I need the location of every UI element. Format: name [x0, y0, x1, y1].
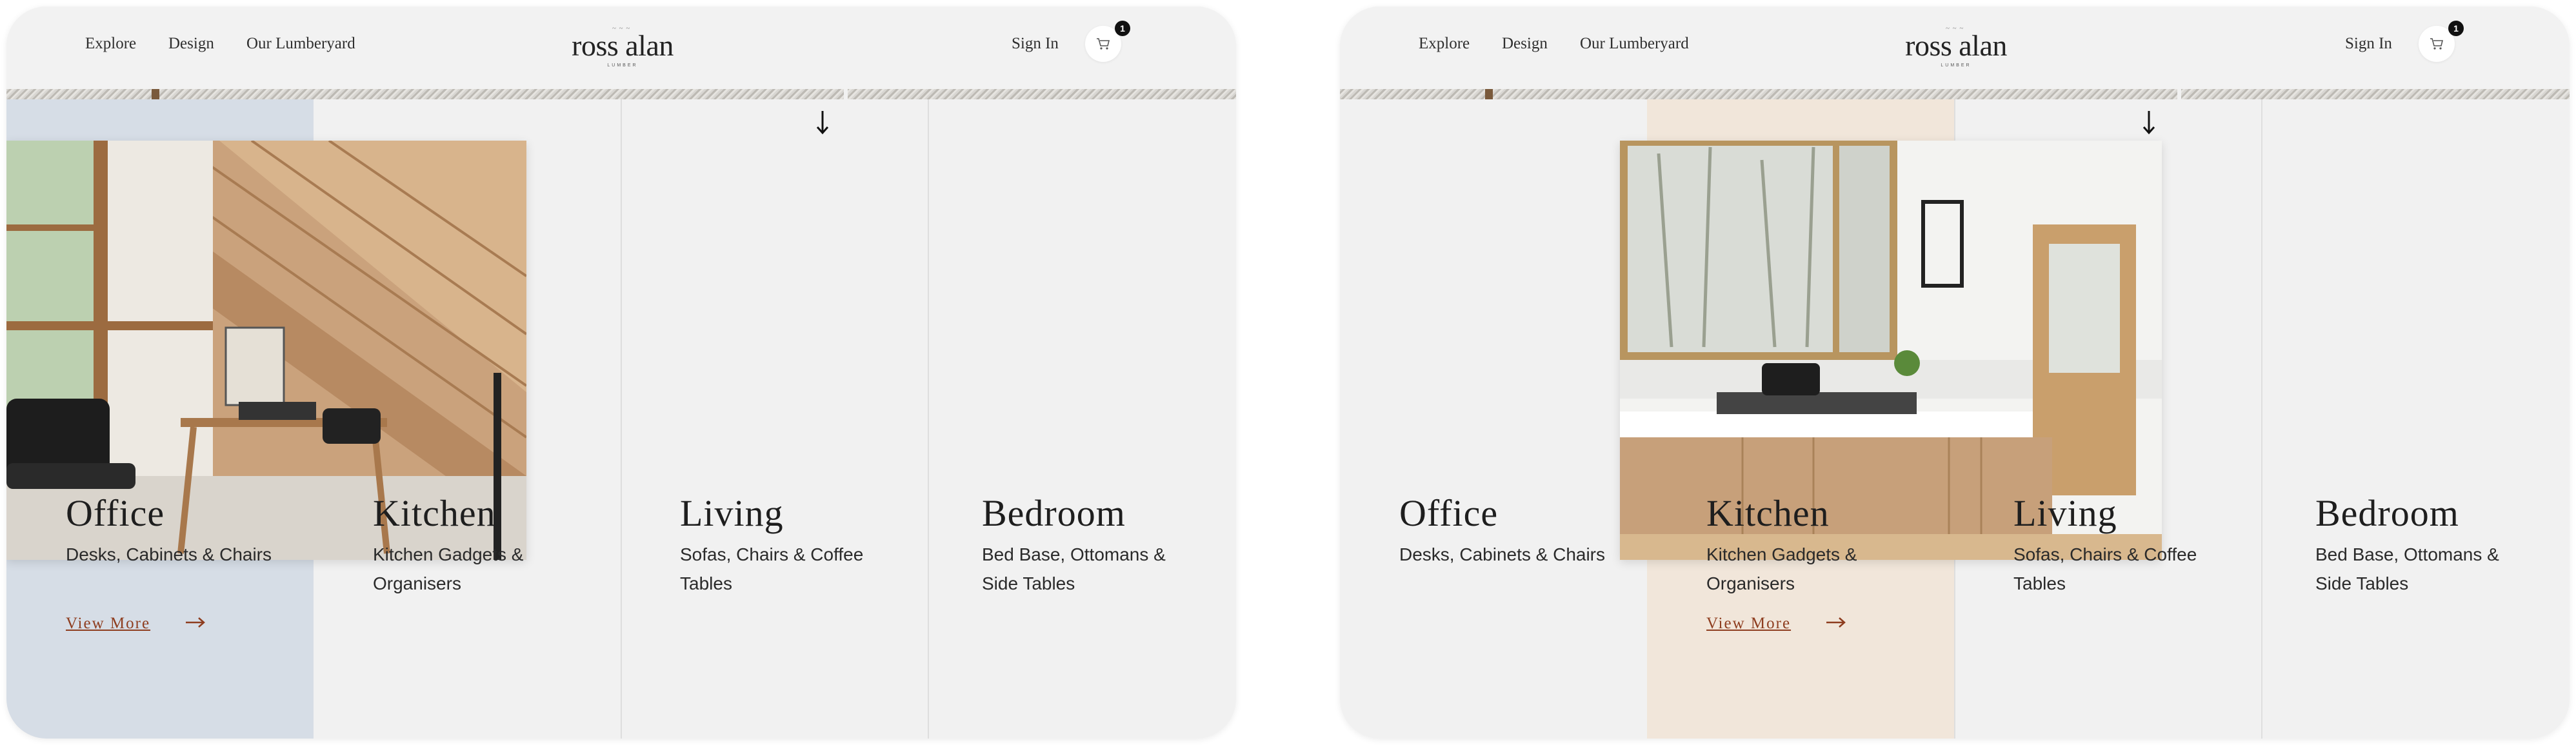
category-column-living[interactable]: [621, 99, 928, 739]
category-subtitle-kitchen: Kitchen Gadgets & Organisers: [373, 544, 524, 593]
category-subtitle-kitchen: Kitchen Gadgets & Organisers: [1706, 544, 1857, 593]
category-title-office[interactable]: Office: [1399, 492, 1498, 535]
category-title-office[interactable]: Office: [66, 492, 165, 535]
category-column-bedroom[interactable]: [2261, 99, 2568, 739]
column-divider: [621, 99, 622, 739]
column-divider: [2261, 99, 2262, 739]
site-header: Explore Design Our Lumberyard ~ ~ ~ ross…: [1340, 6, 2570, 89]
view-more-link[interactable]: View More: [1706, 615, 1791, 633]
strip-gap: [2177, 89, 2181, 99]
logo-subtext: LUMBER: [607, 63, 638, 68]
nav-lumberyard-link[interactable]: Our Lumberyard: [246, 35, 355, 53]
category-panel-kitchen-state: Explore Design Our Lumberyard ~ ~ ~ ross…: [1340, 6, 2570, 739]
brand-logo[interactable]: ~ ~ ~ ross alan LUMBER: [568, 25, 677, 70]
category-title-living[interactable]: Living: [2013, 492, 2117, 535]
texture-strip: [1340, 89, 2570, 99]
category-title-living[interactable]: Living: [680, 492, 784, 535]
category-title-bedroom[interactable]: Bedroom: [2315, 492, 2459, 535]
logo-text: ross alan: [1905, 29, 2007, 62]
site-header: Explore Design Our Lumberyard ~ ~ ~ ross…: [6, 6, 1236, 89]
category-panel-office-state: Explore Design Our Lumberyard ~ ~ ~ ross…: [6, 6, 1236, 739]
brand-logo[interactable]: ~ ~ ~ ross alan LUMBER: [1901, 25, 2011, 70]
category-column-office[interactable]: [1340, 99, 1647, 739]
strip-gap: [844, 89, 848, 99]
nav-explore-link[interactable]: Explore: [1419, 35, 1470, 53]
texture-strip: [6, 89, 1236, 99]
category-subtitle-bedroom: Bed Base, Ottomans & Side Tables: [2315, 544, 2499, 593]
sign-in-link[interactable]: Sign In: [1012, 35, 1059, 53]
category-subtitle-office: Desks, Cabinets & Chairs: [1399, 544, 1606, 564]
category-subtitle-office: Desks, Cabinets & Chairs: [66, 544, 272, 564]
category-title-kitchen[interactable]: Kitchen: [373, 492, 496, 535]
sign-in-link[interactable]: Sign In: [2345, 35, 2392, 53]
nav-lumberyard-link[interactable]: Our Lumberyard: [1580, 35, 1689, 53]
strip-wood-accent: [1485, 89, 1493, 99]
arrow-down-icon[interactable]: [815, 110, 830, 135]
cart-count-badge: 1: [2448, 21, 2464, 36]
cart-icon: [1097, 38, 1110, 50]
category-title-kitchen[interactable]: Kitchen: [1706, 492, 1830, 535]
arrow-right-icon[interactable]: [1825, 616, 1847, 629]
category-subtitle-bedroom: Bed Base, Ottomans & Side Tables: [982, 544, 1166, 593]
nav-design-link[interactable]: Design: [168, 35, 214, 53]
arrow-down-icon[interactable]: [2142, 110, 2156, 135]
column-divider: [928, 99, 929, 739]
category-title-bedroom[interactable]: Bedroom: [982, 492, 1126, 535]
strip-wood-accent: [152, 89, 159, 99]
cart-count-badge: 1: [1115, 21, 1130, 36]
logo-subtext: LUMBER: [1941, 63, 1972, 68]
category-subtitle-living: Sofas, Chairs & Coffee Tables: [680, 544, 864, 593]
category-column-bedroom[interactable]: [928, 99, 1235, 739]
cart-icon: [2430, 38, 2444, 50]
nav-explore-link[interactable]: Explore: [85, 35, 136, 53]
category-subtitle-living: Sofas, Chairs & Coffee Tables: [2013, 544, 2197, 593]
nav-design-link[interactable]: Design: [1502, 35, 1548, 53]
logo-text: ross alan: [572, 29, 674, 62]
view-more-link[interactable]: View More: [66, 615, 150, 633]
arrow-right-icon[interactable]: [185, 616, 206, 629]
